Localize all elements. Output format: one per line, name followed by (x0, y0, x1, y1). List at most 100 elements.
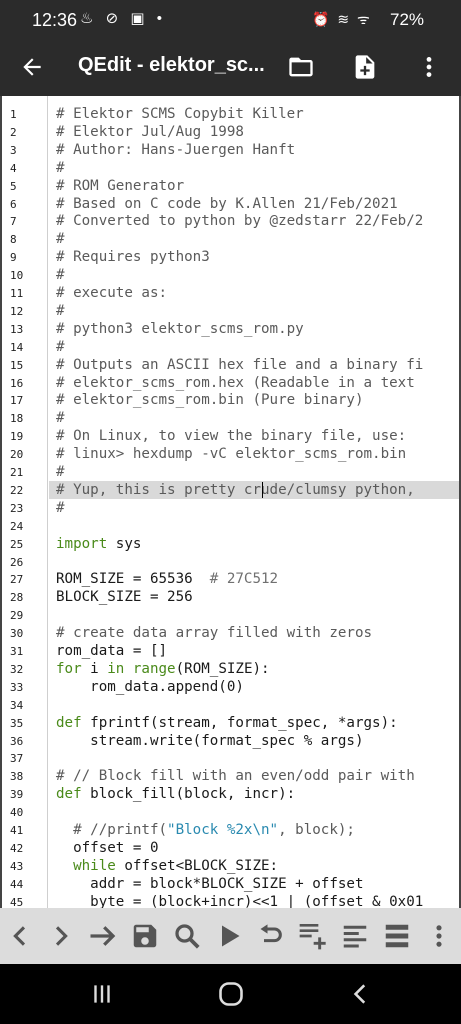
line-number: 6 (10, 197, 17, 211)
code-token: (ROM_SIZE): (175, 660, 270, 677)
undo-button[interactable] (255, 920, 287, 952)
back-button[interactable] (13, 48, 51, 86)
notification-icons: ♨ ⊘ ▣ • (80, 10, 166, 27)
line-number: 36 (10, 734, 24, 748)
code-token: rom_data.append(0) (56, 678, 244, 695)
line-number: 3 (10, 143, 17, 157)
code-line[interactable]: addr = block*BLOCK_SIZE + offset (56, 875, 459, 893)
code-line[interactable]: while offset<BLOCK_SIZE: (56, 857, 459, 875)
code-line[interactable]: # Converted to python by @zedstarr 22/Fe… (56, 212, 459, 230)
prev-button[interactable] (4, 920, 36, 952)
open-folder-button[interactable] (282, 48, 320, 86)
line-number: 40 (10, 806, 24, 820)
code-line[interactable]: # elektor_scms_rom.bin (Pure binary) (56, 391, 459, 409)
code-token: # Converted to python by @zedstarr 22/Fe… (56, 213, 424, 230)
line-number: 9 (10, 251, 17, 265)
line-number: 45 (10, 895, 24, 908)
code-token: while (73, 857, 116, 874)
code-token: "Block %2x\n" (167, 822, 279, 838)
code-line[interactable]: ROM_SIZE = 65536 # 27C512 (56, 570, 459, 588)
code-line[interactable]: # // Block fill with an even/odd pair wi… (56, 767, 459, 785)
code-line[interactable]: # (56, 230, 459, 248)
line-number: 27 (10, 573, 24, 587)
overflow-menu-button[interactable] (410, 48, 448, 86)
add-line-button[interactable] (297, 920, 329, 952)
code-token: # Elektor Jul/Aug 1998 (56, 123, 244, 140)
code-line[interactable] (56, 517, 459, 535)
code-line[interactable]: byte = (block+incr)<<1 | (offset & 0x01 (56, 893, 459, 908)
code-token: addr = block*BLOCK_SIZE + offset (56, 875, 364, 892)
code-line[interactable]: rom_data.append(0) (56, 678, 459, 696)
code-line[interactable] (56, 696, 459, 714)
code-token: stream.write(format_spec % args) (56, 732, 364, 749)
next-button[interactable] (45, 920, 77, 952)
search-button[interactable] (171, 920, 203, 952)
goto-button[interactable] (87, 920, 119, 952)
code-line[interactable]: # Author: Hans-Juergen Hanft (56, 141, 459, 159)
code-line[interactable]: # //printf("Block %2x\n", block); (56, 821, 459, 839)
code-line[interactable]: # (56, 159, 459, 177)
code-line[interactable]: # Based on C code by K.Allen 21/Feb/2021 (56, 195, 459, 213)
code-line[interactable]: def block_fill(block, incr): (56, 785, 459, 803)
code-line[interactable]: # (56, 302, 459, 320)
code-token: rom_data = [] (56, 643, 168, 659)
line-number: 4 (10, 161, 17, 175)
code-token: offset = 0 (56, 839, 159, 856)
code-line[interactable]: # ROM Generator (56, 177, 459, 195)
code-line[interactable]: # Outputs an ASCII hex file and a binary… (56, 356, 459, 374)
code-line[interactable]: # (56, 499, 459, 517)
align-left-icon (343, 925, 367, 948)
line-number: 19 (10, 430, 24, 444)
list-button[interactable] (381, 920, 413, 952)
home-button[interactable] (211, 978, 251, 1010)
code-line[interactable]: import sys (56, 535, 459, 553)
code-token: for (56, 660, 82, 677)
code-line[interactable]: offset = 0 (56, 839, 459, 857)
save-button[interactable] (129, 920, 161, 952)
code-line[interactable]: rom_data = [] (56, 642, 459, 660)
code-token: # (56, 464, 65, 480)
code-line[interactable]: def fprintf(stream, format_spec, *args): (56, 714, 459, 732)
list-icon (385, 924, 409, 948)
code-line[interactable]: # elektor_scms_rom.hex (Readable in a te… (56, 374, 459, 392)
document-title: QEdit - elektor_sc... (78, 54, 265, 76)
line-number: 33 (10, 680, 24, 694)
code-line[interactable]: for i in range(ROM_SIZE): (56, 660, 459, 678)
code-line[interactable]: # Elektor SCMS Copybit Killer (56, 105, 459, 123)
code-line[interactable] (56, 803, 459, 821)
run-button[interactable] (213, 920, 245, 952)
battery-level: 72% (390, 10, 425, 29)
code-token: # (56, 338, 65, 355)
code-token: def (56, 714, 82, 731)
line-number: 43 (10, 859, 24, 873)
code-line[interactable]: # (56, 409, 459, 427)
code-editor[interactable]: 1 2 3 4 5 6 7 8 9 10 11 12 13 14 15 16 17 18 19 20 21 22 23 24 2… (0, 96, 461, 908)
new-file-button[interactable] (346, 48, 384, 86)
code-line[interactable]: # Requires python3 (56, 248, 459, 266)
code-line[interactable]: # (56, 338, 459, 356)
code-line[interactable]: # On Linux, to view the binary file, use… (56, 427, 459, 445)
code-line[interactable]: stream.write(format_spec % args) (56, 732, 459, 750)
code-line[interactable]: # Yup, this is pretty crude/clumsy pytho… (56, 481, 459, 499)
code-line[interactable]: # python3 elektor_scms_rom.py (56, 320, 459, 338)
code-token: # 27C512 (209, 571, 279, 588)
code-line[interactable] (56, 749, 459, 767)
recent-apps-button[interactable] (82, 978, 122, 1010)
align-button[interactable] (339, 920, 371, 952)
code-line[interactable]: # (56, 463, 459, 481)
line-number-gutter: 1 2 3 4 5 6 7 8 9 10 11 12 13 14 15 16 17 18 19 20 21 22 23 24 2… (2, 96, 48, 908)
toolbar-more-button[interactable] (423, 920, 455, 952)
code-line[interactable]: # Elektor Jul/Aug 1998 (56, 123, 459, 141)
code-line[interactable]: BLOCK_SIZE = 256 (56, 588, 459, 606)
nav-back-button[interactable] (341, 978, 381, 1010)
line-number: 38 (10, 770, 24, 784)
code-line[interactable] (56, 606, 459, 624)
code-line[interactable]: # (56, 266, 459, 284)
line-number: 32 (10, 662, 24, 676)
line-number: 15 (10, 358, 24, 372)
code-line[interactable]: # linux> hexdump -vC elektor_scms_rom.bi… (56, 445, 459, 463)
code-line[interactable]: # execute as: (56, 284, 459, 302)
code-line[interactable] (56, 553, 459, 571)
code-line[interactable]: # create data array filled with zeros (56, 624, 459, 642)
